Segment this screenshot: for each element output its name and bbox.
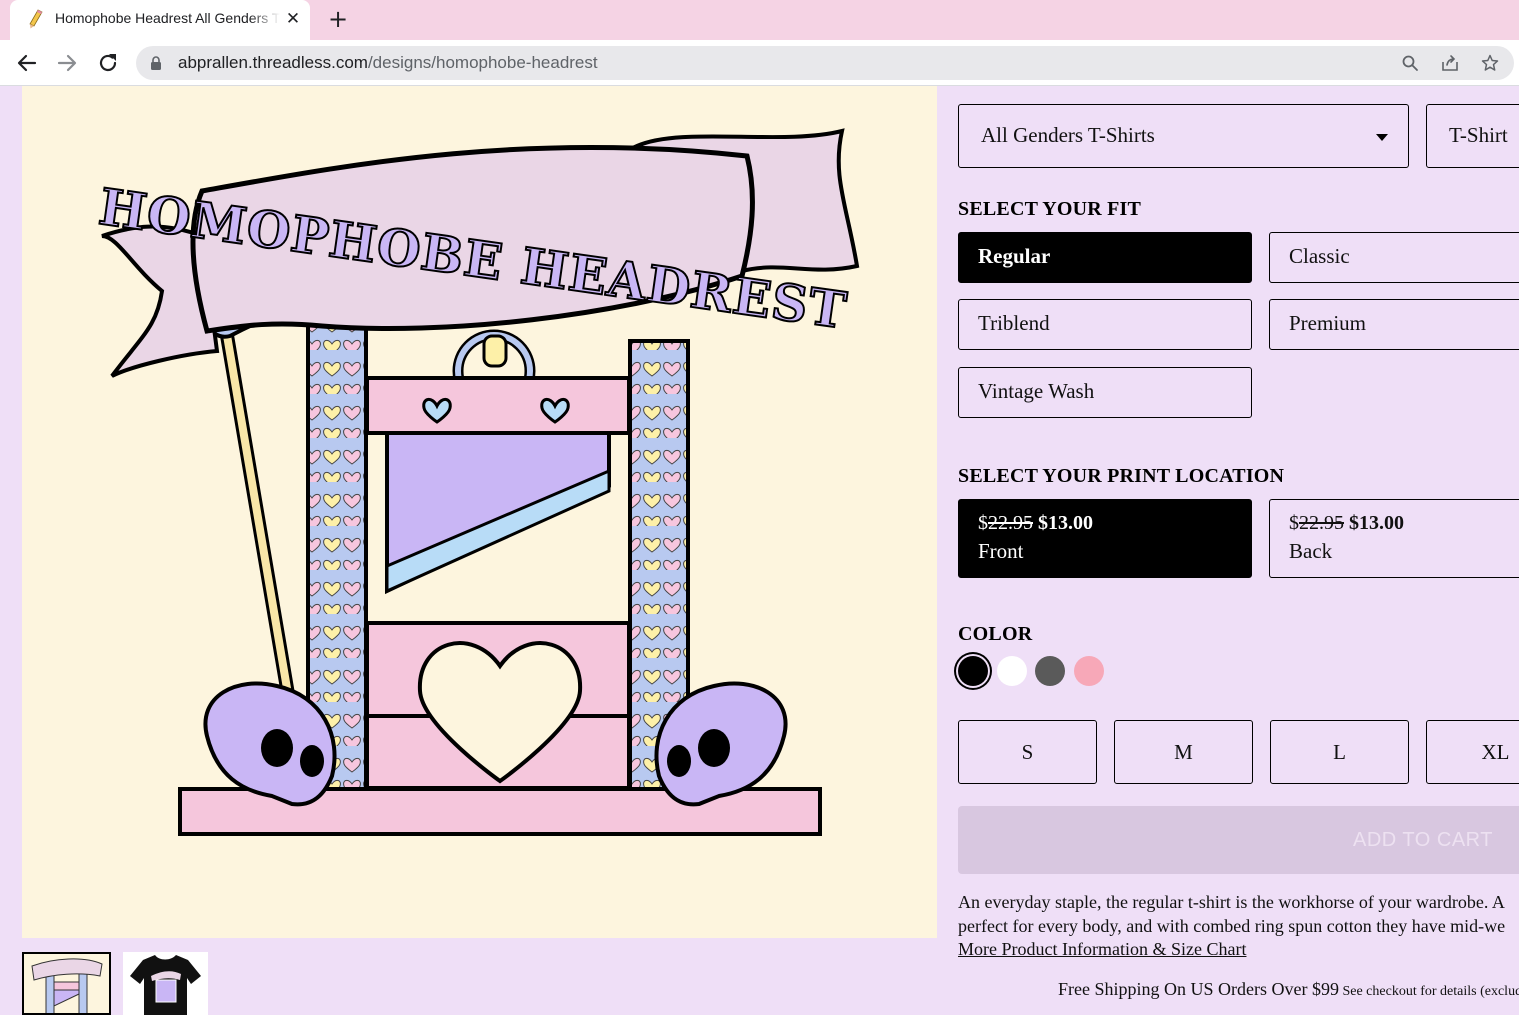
add-to-cart-label: ADD TO CART: [1353, 829, 1493, 851]
thumbnail-tshirt[interactable]: [123, 952, 208, 1015]
color-swatch-white[interactable]: [997, 656, 1027, 686]
size-label: XL: [1481, 740, 1510, 764]
fit-option-label: Regular: [978, 244, 1051, 268]
print-location-front[interactable]: $22.95 $13.00 Front: [958, 499, 1252, 578]
share-icon[interactable]: [1441, 54, 1459, 72]
size-option-s[interactable]: S: [958, 720, 1097, 784]
type-select-value: T-Shirt: [1449, 123, 1508, 147]
bookmark-star-icon[interactable]: [1481, 54, 1499, 72]
size-label: S: [1021, 740, 1034, 764]
back-arrow-icon[interactable]: [14, 50, 40, 76]
fit-option-label: Triblend: [978, 311, 1050, 335]
fit-option-label: Premium: [1289, 311, 1366, 335]
url-text: abprallen.threadless.com/designs/homopho…: [178, 53, 598, 73]
fit-option-premium[interactable]: Premium: [1269, 299, 1519, 350]
color-swatch-black[interactable]: [958, 656, 988, 686]
color-swatch-pink[interactable]: [1074, 656, 1104, 686]
print-location-heading: SELECT YOUR PRINT LOCATION: [958, 465, 1285, 487]
search-icon[interactable]: [1401, 54, 1419, 72]
fit-option-triblend[interactable]: Triblend: [958, 299, 1252, 350]
type-select[interactable]: T-Shirt: [1426, 104, 1519, 168]
browser-tab[interactable]: Homophobe Headrest All Genders T-Shirt ✕: [10, 0, 310, 40]
shipping-note: See checkout for details (exclud: [1338, 984, 1519, 999]
product-options-panel: All Genders T-Shirts T-Shirt SELECT YOUR…: [958, 86, 1519, 1015]
fit-heading: SELECT YOUR FIT: [958, 198, 1142, 220]
original-price: 22.95: [988, 512, 1033, 534]
forward-arrow-icon[interactable]: [54, 50, 80, 76]
size-label: L: [1333, 740, 1346, 764]
thumbnail-tshirt-image: [130, 955, 201, 1015]
new-tab-icon[interactable]: +: [326, 6, 350, 32]
thumbnail-artwork[interactable]: [22, 952, 111, 1015]
price-line: $22.95 $13.00: [978, 512, 1093, 535]
style-select-value: All Genders T-Shirts: [981, 123, 1155, 147]
original-price: 22.95: [1299, 512, 1344, 534]
add-to-cart-button[interactable]: ADD TO CART: [958, 806, 1519, 874]
fit-option-label: Vintage Wash: [978, 379, 1095, 403]
color-swatch-gray[interactable]: [1035, 656, 1065, 686]
more-info-link[interactable]: More Product Information & Size Chart: [958, 939, 1246, 960]
color-heading: COLOR: [958, 623, 1033, 645]
fit-option-vintage-wash[interactable]: Vintage Wash: [958, 367, 1252, 418]
description-line: perfect for every body, and with combed …: [958, 916, 1506, 936]
browser-toolbar: abprallen.threadless.com/designs/homopho…: [0, 40, 1519, 86]
browser-tab-strip: Homophobe Headrest All Genders T-Shirt ✕…: [0, 0, 1519, 40]
currency-symbol: $: [1289, 512, 1299, 534]
size-option-m[interactable]: M: [1114, 720, 1253, 784]
description-line: An everyday staple, the regular t-shirt …: [958, 892, 1505, 912]
sale-price: $13.00: [1349, 512, 1404, 534]
size-label: M: [1174, 740, 1193, 764]
sale-price: $13.00: [1038, 512, 1093, 534]
print-location-label: Front: [978, 539, 1024, 563]
shipping-notice: Free Shipping On US Orders Over $99 See …: [1058, 979, 1519, 1000]
price-line: $22.95 $13.00: [1289, 512, 1404, 535]
url-path: /designs/homophobe-headrest: [367, 53, 598, 72]
print-location-back[interactable]: $22.95 $13.00 Back: [1269, 499, 1519, 578]
thumbnail-guillotine-image: [31, 958, 103, 1013]
reload-icon[interactable]: [95, 50, 121, 76]
size-option-xl[interactable]: XL: [1426, 720, 1519, 784]
fit-option-regular[interactable]: Regular: [958, 232, 1252, 283]
tab-title: Homophobe Headrest All Genders T-Shirt: [55, 10, 280, 26]
url-host: abprallen.threadless.com: [178, 53, 368, 72]
print-location-label: Back: [1289, 539, 1333, 563]
close-tab-icon[interactable]: ✕: [282, 8, 304, 30]
fit-option-label: Classic: [1289, 244, 1350, 268]
product-artwork: HOMOPHOBE HEADREST: [22, 86, 937, 938]
lock-icon: [151, 56, 161, 70]
currency-symbol: $: [978, 512, 988, 534]
dropdown-caret-icon: [1376, 134, 1388, 141]
pencil-favicon-icon: [29, 9, 43, 29]
size-option-l[interactable]: L: [1270, 720, 1409, 784]
guillotine-illustration: HOMOPHOBE HEADREST: [94, 128, 860, 836]
address-bar[interactable]: abprallen.threadless.com/designs/homopho…: [136, 46, 1514, 80]
style-select[interactable]: All Genders T-Shirts: [958, 104, 1409, 168]
shipping-main: Free Shipping On US Orders Over $99: [1058, 979, 1339, 999]
fit-option-classic[interactable]: Classic: [1269, 232, 1519, 283]
product-description: An everyday staple, the regular t-shirt …: [958, 890, 1519, 938]
